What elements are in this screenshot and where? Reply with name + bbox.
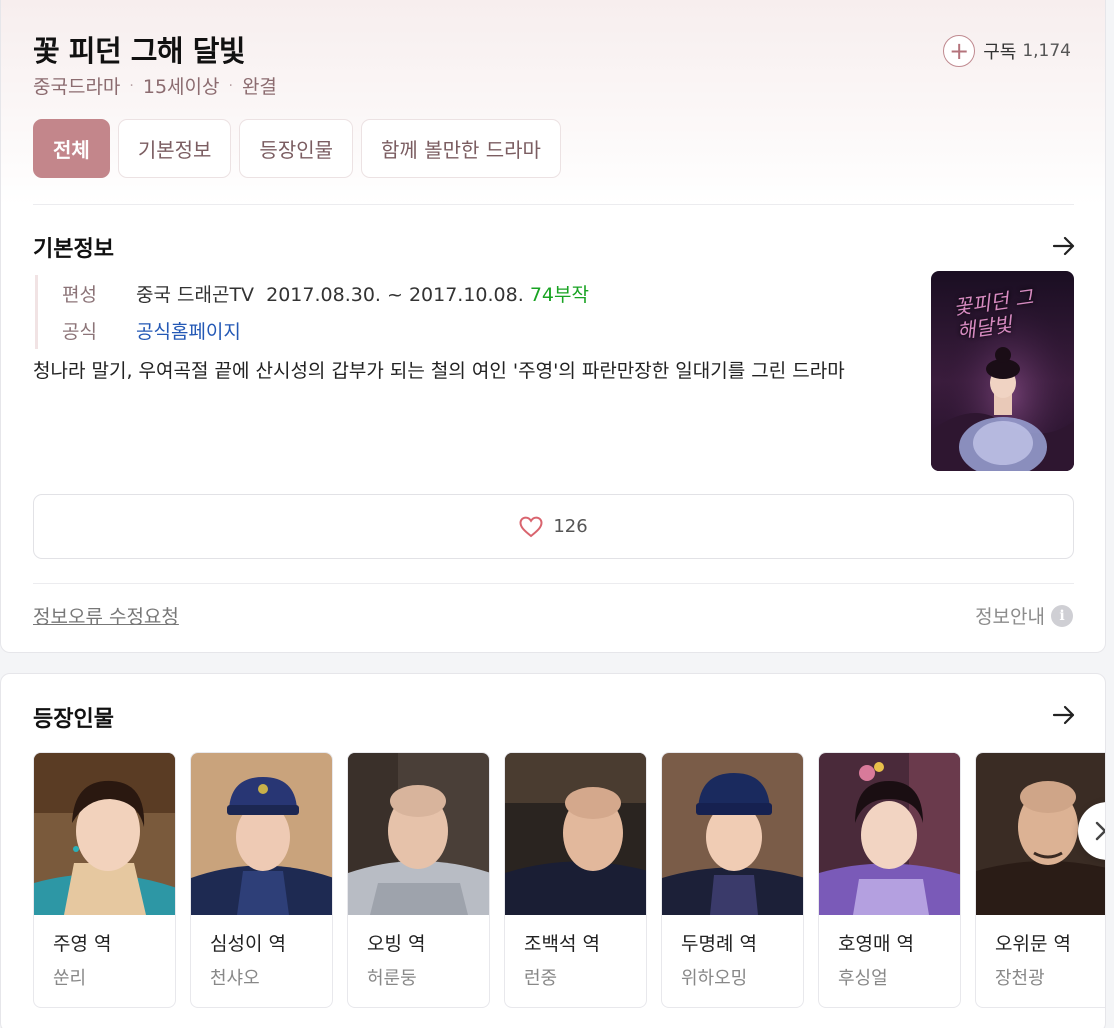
info-icon: i — [1051, 604, 1073, 627]
like-button[interactable]: 126 — [33, 494, 1074, 559]
drama-description: 청나라 말기, 우여곡절 끝에 산시성의 갑부가 되는 철의 여인 '주영'의 … — [33, 360, 845, 382]
cast-role: 오빙 역 — [367, 933, 426, 955]
cast-actor: 장천광 — [995, 968, 1045, 989]
drama-info-card: 꽃 피던 그해 달빛 중국드라마 · 15세이상 · 완결 + 구독 1,174… — [0, 0, 1106, 653]
divider — [33, 204, 1074, 205]
cast-item[interactable]: 호영매 역 후싱얼 — [818, 752, 961, 1008]
cast-role: 두명례 역 — [681, 933, 757, 955]
arrow-right-icon[interactable] — [1051, 702, 1077, 728]
cast-photo — [34, 753, 175, 915]
cast-actor: 허룬둥 — [367, 968, 417, 989]
cast-item[interactable]: 심성이 역 천샤오 — [190, 752, 333, 1008]
cast-role: 심성이 역 — [210, 933, 286, 955]
broadcast-row: 편성 중국 드래곤TV 2017.08.30. ~ 2017.10.08. 74… — [62, 275, 589, 312]
divider — [33, 583, 1074, 584]
tab-bar: 전체 기본정보 등장인물 함께 볼만한 드라마 — [33, 119, 569, 178]
tab-basic-info[interactable]: 기본정보 — [117, 119, 232, 178]
separator-dot: · — [228, 77, 233, 94]
cast-role: 주영 역 — [53, 933, 112, 955]
episode-count: 74부작 — [529, 284, 589, 306]
cast-actor: 쑨리 — [53, 968, 87, 989]
drama-meta: 중국드라마 · 15세이상 · 완결 — [33, 72, 277, 99]
cast-title: 등장인물 — [33, 707, 114, 732]
cast-actor: 위하오밍 — [681, 968, 748, 989]
subscribe-count: 1,174 — [1022, 41, 1071, 61]
broadcast-value: 중국 드래곤TV 2017.08.30. ~ 2017.10.08. 74부작 — [136, 280, 589, 307]
drama-poster[interactable]: 꽃피던 그해달빛 — [931, 271, 1074, 471]
status-text: 완결 — [241, 76, 277, 98]
rating-text: 15세이상 — [142, 76, 220, 98]
cast-actor: 천샤오 — [210, 968, 260, 989]
official-key: 공식 — [62, 321, 97, 343]
cast-actor: 후싱얼 — [838, 968, 888, 989]
cast-role: 호영매 역 — [838, 933, 914, 955]
cast-item[interactable]: 오빙 역 허룬둥 — [347, 752, 490, 1008]
info-list: 편성 중국 드래곤TV 2017.08.30. ~ 2017.10.08. 74… — [35, 275, 589, 349]
drama-title: 꽃 피던 그해 달빛 — [33, 34, 246, 68]
cast-actor: 런중 — [524, 968, 558, 989]
cast-role: 조백석 역 — [524, 933, 600, 955]
cast-list: 주영 역 쑨리 심성이 역 천샤오 오빙 역 허룬둥 조백석 역 런중 두명례 … — [33, 752, 1105, 1008]
tab-all[interactable]: 전체 — [33, 119, 110, 178]
broadcast-key: 편성 — [62, 284, 97, 306]
info-guide-label: 정보안내 — [975, 606, 1045, 628]
cast-item[interactable]: 주영 역 쑨리 — [33, 752, 176, 1008]
tab-cast[interactable]: 등장인물 — [239, 119, 354, 178]
cast-card: 등장인물 주영 역 쑨리 심성이 역 천샤오 오빙 역 허룬둥 조백석 역 런중… — [0, 673, 1106, 1028]
plus-icon: + — [943, 35, 976, 67]
subscribe-button[interactable]: + 구독 1,174 — [943, 35, 1071, 67]
cast-item[interactable]: 두명례 역 위하오밍 — [661, 752, 804, 1008]
info-guide-button[interactable]: 정보안내 i — [975, 602, 1073, 629]
official-value-wrap: 공식홈페이지 — [136, 317, 241, 344]
heart-icon — [519, 516, 543, 537]
report-error-link[interactable]: 정보오류 수정요청 — [33, 602, 179, 629]
cast-photo — [662, 753, 803, 915]
cast-item[interactable]: 조백석 역 런중 — [504, 752, 647, 1008]
cast-role: 오위문 역 — [995, 933, 1071, 955]
cast-photo — [505, 753, 646, 915]
official-homepage-link[interactable]: 공식홈페이지 — [136, 321, 241, 343]
cast-photo — [191, 753, 332, 915]
like-count: 126 — [553, 516, 588, 537]
cast-item[interactable]: 오위문 역 장천광 — [975, 752, 1105, 1008]
broadcast-detail: 중국 드래곤TV 2017.08.30. ~ 2017.10.08. — [136, 284, 524, 306]
subscribe-label: 구독 — [983, 42, 1017, 63]
arrow-right-icon[interactable] — [1051, 233, 1077, 259]
tab-recommended[interactable]: 함께 볼만한 드라마 — [361, 119, 561, 178]
separator-dot: · — [129, 77, 134, 94]
cast-photo — [348, 753, 489, 915]
genre-text: 중국드라마 — [33, 76, 121, 98]
basic-info-title: 기본정보 — [33, 237, 114, 262]
official-row: 공식 공식홈페이지 — [62, 312, 589, 349]
chevron-right-icon — [1095, 821, 1105, 841]
cast-photo — [819, 753, 960, 915]
